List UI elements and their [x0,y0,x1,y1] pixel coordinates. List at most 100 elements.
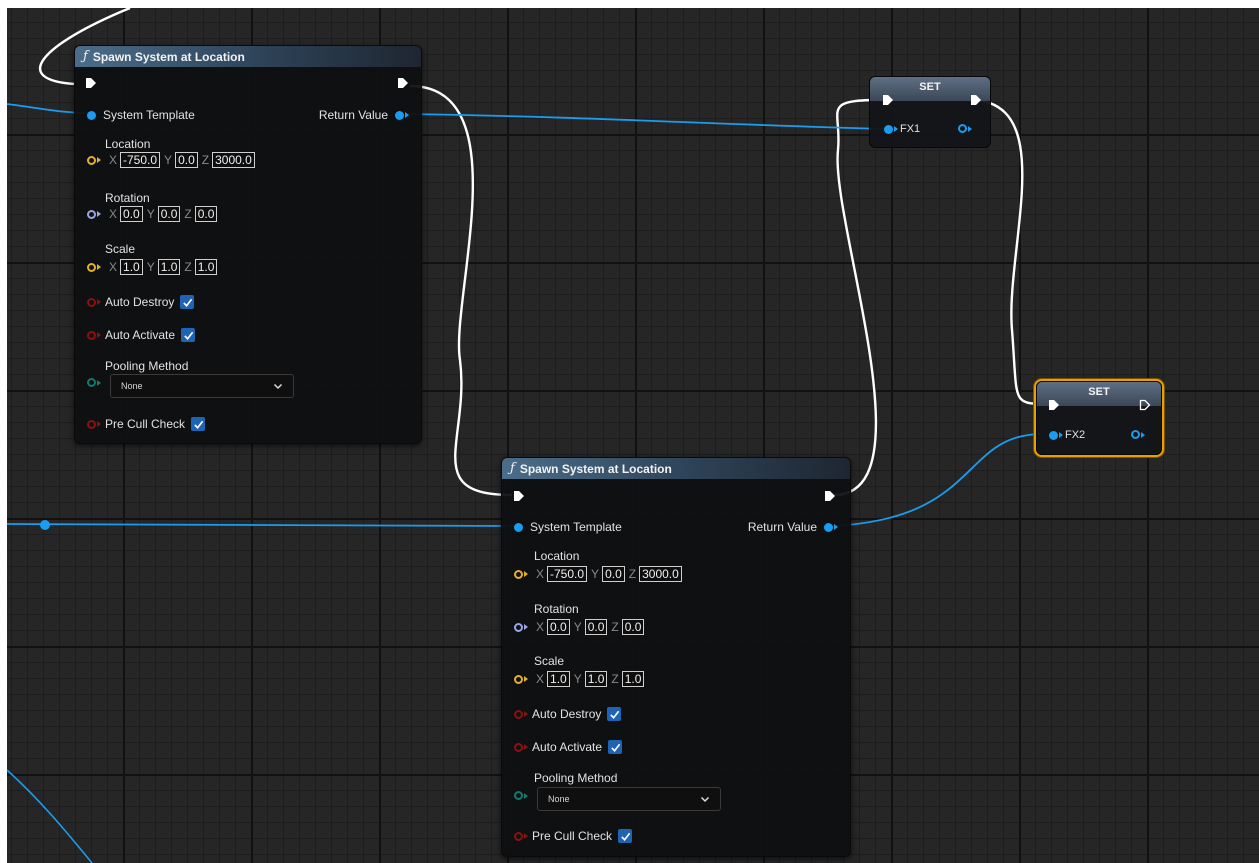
location-label: Location [105,137,151,151]
pin-label: Auto Activate [532,740,603,754]
rotation-y-field[interactable]: 0.0 [584,619,608,635]
exec-pin-icon [398,78,408,88]
exec-out-pin[interactable] [1139,399,1151,411]
bool-pin-icon [87,297,101,307]
x-axis-label: X [536,672,545,686]
rotation-label: Rotation [105,191,150,205]
pre-cull-check-checkbox[interactable] [191,417,206,431]
object-pin-icon [87,110,96,120]
z-axis-label: Z [184,260,192,274]
rotation-x-field[interactable]: 0.0 [547,619,570,635]
vector-pin-icon [514,674,528,684]
z-axis-label: Z [611,620,619,634]
location-x-field[interactable]: -750.0 [120,152,161,168]
location-pin[interactable]: X -750.0 Y 0.0 Z 3000.0 [514,566,682,582]
rotation-z-field[interactable]: 0.0 [621,619,645,635]
scale-y-field[interactable]: 1.0 [157,259,181,275]
reroute-knot [40,520,50,530]
pooling-method-dropdown[interactable]: None [110,374,294,398]
set-fx2-node[interactable]: SET FX2 [1036,381,1162,455]
pooling-method-pin[interactable] [87,378,101,387]
scale-z-field[interactable]: 1.0 [194,259,218,275]
z-axis-label: Z [628,567,637,581]
location-z-field[interactable]: 3000.0 [639,566,682,582]
pre-cull-check-pin[interactable]: Pre Cull Check [514,829,633,843]
auto-activate-pin[interactable]: Auto Activate [87,328,196,342]
rotation-z-field[interactable]: 0.0 [194,206,218,222]
pin-label: Return Value [318,108,388,122]
rotation-y-field[interactable]: 0.0 [157,206,181,222]
object-pin-icon [824,522,838,532]
return-value-pin[interactable]: Return Value [748,520,838,534]
rotation-x-field[interactable]: 0.0 [120,206,143,222]
object-pin-icon [958,124,972,133]
exec-pin-outline-icon [1139,399,1151,411]
y-axis-label: Y [573,672,582,686]
pooling-method-dropdown[interactable]: None [537,787,721,811]
enum-pin-icon [87,378,101,387]
pre-cull-check-pin[interactable]: Pre Cull Check [87,417,206,431]
rotation-pin[interactable]: X 0.0 Y 0.0 Z 0.0 [514,619,645,635]
pooling-method-pin[interactable] [514,791,528,800]
checkbox-check-icon [610,743,620,752]
pin-label: Auto Activate [105,328,176,342]
exec-in-pin[interactable] [513,490,525,502]
exec-in-pin[interactable] [882,94,894,106]
location-pin[interactable]: X -750.0 Y 0.0 Z 3000.0 [87,152,255,168]
location-z-field[interactable]: 3000.0 [212,152,255,168]
auto-activate-checkbox[interactable] [608,740,623,754]
vector-pin-icon [87,155,101,165]
checkbox-check-icon [183,331,193,340]
exec-out-pin[interactable] [970,94,982,106]
fx1-output-pin[interactable] [958,124,972,133]
scale-z-field[interactable]: 1.0 [621,671,645,687]
bool-pin-icon [514,709,528,719]
pin-label: System Template [103,108,195,122]
checkbox-check-icon [610,710,620,719]
auto-destroy-checkbox[interactable] [180,295,195,309]
exec-in-pin[interactable] [1048,399,1060,411]
object-pin-icon [884,124,898,134]
node-header[interactable]: ƒ Spawn System at Location [75,46,421,67]
scale-x-field[interactable]: 1.0 [120,259,143,275]
rotator-pin-icon [514,622,528,632]
exec-pin-icon [514,491,524,501]
rotation-pin[interactable]: X 0.0 Y 0.0 Z 0.0 [87,206,218,222]
location-x-field[interactable]: -750.0 [547,566,588,582]
fx2-input-pin[interactable]: FX2 [1049,429,1085,441]
exec-in-pin[interactable] [85,77,97,89]
system-template-pin[interactable]: System Template [87,108,195,122]
auto-activate-pin[interactable]: Auto Activate [514,740,623,754]
exec-pin-icon [1049,400,1059,410]
auto-destroy-pin[interactable]: Auto Destroy [87,295,195,309]
scale-pin[interactable]: X 1.0 Y 1.0 Z 1.0 [87,259,218,275]
system-template-pin[interactable]: System Template [514,520,622,534]
object-pin-icon [395,110,409,120]
object-wire-node2-return-to-fx2 [829,433,1041,527]
scale-pin[interactable]: X 1.0 Y 1.0 Z 1.0 [514,671,645,687]
pre-cull-check-checkbox[interactable] [618,829,633,843]
scale-x-field[interactable]: 1.0 [547,671,570,687]
set-fx1-node[interactable]: SET FX1 [869,76,991,148]
y-axis-label: Y [164,153,173,167]
auto-activate-checkbox[interactable] [181,328,196,342]
pin-label: FX1 [900,123,921,135]
fx1-input-pin[interactable]: FX1 [884,123,920,135]
exec-pin-icon [825,491,835,501]
return-value-pin[interactable]: Return Value [319,108,409,122]
chevron-down-icon [700,796,710,803]
bool-pin-icon [514,831,528,841]
scale-y-field[interactable]: 1.0 [584,671,608,687]
node-header[interactable]: ƒ Spawn System at Location [502,458,850,479]
auto-destroy-checkbox[interactable] [607,707,622,721]
auto-destroy-pin[interactable]: Auto Destroy [514,707,622,721]
fx2-output-pin[interactable] [1131,430,1145,439]
dropdown-value: None [548,794,570,804]
spawn-system-node-2[interactable]: ƒ Spawn System at Location System Templa… [501,457,851,857]
spawn-system-node-1[interactable]: ƒ Spawn System at Location System Templa… [74,45,422,444]
exec-out-pin[interactable] [824,490,836,502]
location-y-field[interactable]: 0.0 [602,566,625,582]
location-y-field[interactable]: 0.0 [175,152,198,168]
exec-out-pin[interactable] [397,77,409,89]
z-axis-label: Z [184,207,192,221]
